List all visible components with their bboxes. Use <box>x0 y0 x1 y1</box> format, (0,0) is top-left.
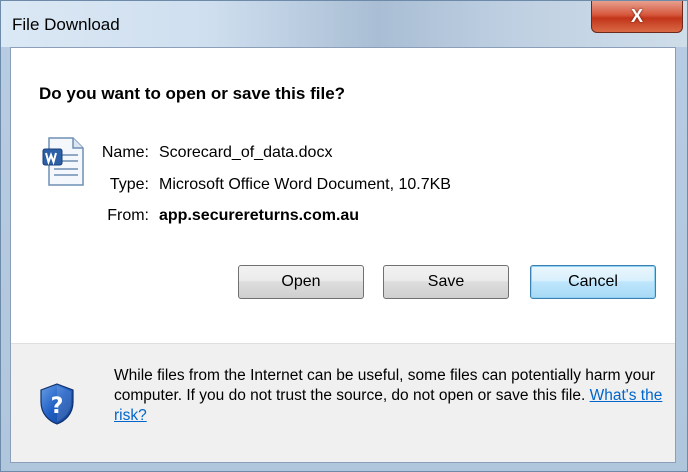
close-icon: X <box>630 6 643 26</box>
save-button[interactable]: Save <box>383 265 509 299</box>
security-warning-text: While files from the Internet can be use… <box>114 366 664 426</box>
file-name-value: Scorecard_of_data.docx <box>159 144 333 161</box>
svg-text:?: ? <box>51 394 64 419</box>
open-button[interactable]: Open <box>238 265 364 299</box>
dialog-body: Do you want to open or save this file? N… <box>10 47 676 463</box>
close-button[interactable]: X <box>591 1 683 33</box>
security-shield-question-icon: ? <box>40 383 74 425</box>
name-label: Name: <box>101 144 149 161</box>
warning-message: While files from the Internet can be use… <box>114 367 656 404</box>
file-download-dialog: File Download X Do you want to open or s… <box>0 0 688 472</box>
dialog-heading: Do you want to open or save this file? <box>39 84 346 103</box>
title-bar[interactable]: File Download X <box>1 1 687 47</box>
type-label: Type: <box>109 176 149 193</box>
window-title: File Download <box>12 15 120 34</box>
file-type-value: Microsoft Office Word Document, 10.7KB <box>159 176 451 193</box>
file-source-value: app.securereturns.com.au <box>159 207 360 224</box>
from-label: From: <box>107 207 149 224</box>
cancel-button[interactable]: Cancel <box>530 265 656 299</box>
security-warning-panel: ? While files from the Internet can be u… <box>11 343 675 462</box>
